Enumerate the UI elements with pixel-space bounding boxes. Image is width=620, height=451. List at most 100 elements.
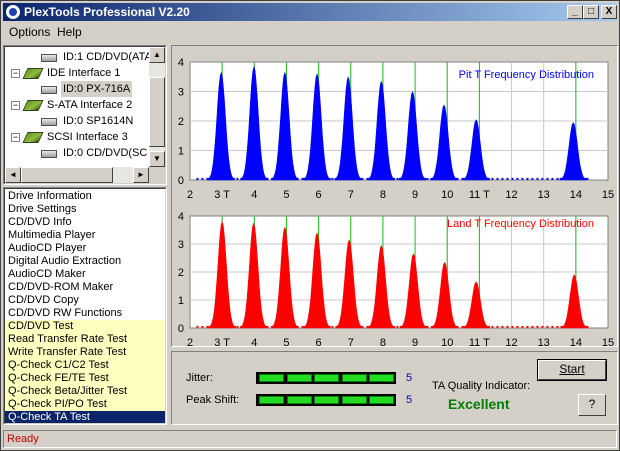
- x-tick-label: 3 T: [214, 189, 230, 201]
- y-tick-label: 2: [178, 267, 184, 279]
- function-list-item[interactable]: Q-Check PI/PO Test: [5, 398, 165, 411]
- function-list-item[interactable]: Read Transfer Rate Test: [5, 333, 165, 346]
- x-tick-label: 2: [187, 337, 193, 346]
- menu-bar: Options Help: [3, 22, 617, 41]
- tree-node[interactable]: ID:0 PX-716A: [5, 81, 151, 97]
- maximize-button[interactable]: □: [583, 5, 599, 19]
- x-tick-label: 5: [283, 337, 289, 346]
- scroll-down-button[interactable]: ▼: [149, 151, 165, 167]
- function-list-item[interactable]: CD/DVD Test: [5, 320, 165, 333]
- function-list-item[interactable]: CD/DVD Copy: [5, 294, 165, 307]
- device-tree[interactable]: ID:1 CD/DVD(ATA − IDE Interface 1 ID:0 PX-7…: [4, 46, 166, 184]
- x-tick-label: 10: [441, 189, 453, 201]
- function-list-item[interactable]: Q-Check TA Test: [5, 411, 165, 423]
- jitter-value: 5: [406, 372, 413, 384]
- meter-segment: [369, 374, 394, 382]
- minimize-button[interactable]: _: [567, 5, 583, 19]
- y-tick-label: 1: [178, 295, 184, 307]
- h-scroll-thumb[interactable]: [21, 167, 113, 183]
- meter-segment: [259, 396, 284, 404]
- meter-segment: [286, 396, 312, 404]
- menu-options[interactable]: Options: [9, 25, 50, 39]
- function-list-item[interactable]: AudioCD Player: [5, 242, 165, 255]
- tree-node[interactable]: − SCSI Interface 3: [5, 129, 151, 145]
- x-tick-label: 13: [538, 337, 550, 346]
- scroll-left-button[interactable]: ◄: [5, 167, 21, 183]
- peak-shift-value: 5: [406, 394, 413, 406]
- x-tick-label: 12: [505, 189, 517, 201]
- x-tick-label: 10: [441, 337, 453, 346]
- y-tick-label: 4: [178, 211, 184, 223]
- x-tick-label: 8: [380, 337, 386, 346]
- meter-segment: [314, 396, 339, 404]
- scroll-right-button[interactable]: ►: [133, 167, 149, 183]
- main-window: PlexTools Professional V2.20 _ □ X Optio…: [0, 0, 620, 451]
- x-tick-label: 6: [316, 337, 322, 346]
- start-button[interactable]: Start: [537, 359, 607, 381]
- x-tick-label: 15: [602, 337, 614, 346]
- optical-drive-icon: [41, 150, 57, 158]
- tree-node[interactable]: − S-ATA Interface 2: [5, 97, 151, 113]
- chart-title: Pit T Frequency Distribution: [459, 69, 594, 81]
- x-tick-label: 11 T: [469, 189, 490, 201]
- scroll-up-button[interactable]: ▲: [149, 47, 165, 63]
- help-button[interactable]: ?: [578, 394, 606, 416]
- function-list-item[interactable]: CD/DVD Info: [5, 216, 165, 229]
- y-tick-label: 3: [178, 87, 184, 99]
- y-tick-label: 0: [178, 323, 184, 335]
- peak-shift-label: Peak Shift:: [186, 394, 240, 406]
- tree-node-label: ID:0 CD/DVD(SC: [63, 147, 148, 159]
- tree-node-label: ID:1 CD/DVD(ATA: [63, 51, 152, 63]
- tree-collapse-icon[interactable]: −: [11, 101, 20, 110]
- x-tick-label: 3 T: [214, 337, 230, 346]
- function-list-frame: Drive Information Drive Settings CD/DVD In…: [3, 187, 167, 425]
- x-tick-label: 8: [380, 189, 386, 201]
- hard-drive-icon: [41, 118, 57, 126]
- jitter-label: Jitter:: [186, 372, 213, 384]
- meter-segment: [341, 396, 367, 404]
- function-list-item[interactable]: CD/DVD RW Functions: [5, 307, 165, 320]
- function-list-item[interactable]: Q-Check Beta/Jitter Test: [5, 385, 165, 398]
- x-tick-label: 9: [412, 189, 418, 201]
- meter-segment: [369, 396, 394, 404]
- tree-vertical-scrollbar[interactable]: ▲ ▼: [149, 47, 165, 167]
- function-list-item[interactable]: CD/DVD-ROM Maker: [5, 281, 165, 294]
- ta-charts: 012342 3 T 4 5 6 7 8 9 10 11 T 12 13 14 15Pit T Frequ…: [178, 57, 614, 346]
- ide-interface-icon: [22, 68, 44, 79]
- function-list-item[interactable]: Drive Information: [5, 190, 165, 203]
- tree-horizontal-scrollbar[interactable]: ◄ ►: [5, 167, 149, 183]
- function-list-item[interactable]: Digital Audio Extraction: [5, 255, 165, 268]
- close-button[interactable]: X: [601, 5, 617, 19]
- chart-title: Land T Frequency Distribution: [447, 218, 594, 230]
- x-tick-label: 11 T: [469, 337, 490, 346]
- y-tick-label: 0: [178, 175, 184, 187]
- y-tick-label: 2: [178, 116, 184, 128]
- y-tick-label: 3: [178, 239, 184, 251]
- tree-node[interactable]: − IDE Interface 1: [5, 65, 151, 81]
- title-bar[interactable]: PlexTools Professional V2.20 _ □ X: [3, 3, 617, 21]
- function-list-item[interactable]: Q-Check FE/TE Test: [5, 372, 165, 385]
- function-list[interactable]: Drive Information Drive Settings CD/DVD In…: [4, 188, 166, 424]
- tree-collapse-icon[interactable]: −: [11, 133, 20, 142]
- tree-collapse-icon[interactable]: −: [11, 69, 20, 78]
- meter-segment: [314, 374, 339, 382]
- function-list-item[interactable]: Q-Check C1/C2 Test: [5, 359, 165, 372]
- function-list-item[interactable]: Drive Settings: [5, 203, 165, 216]
- tree-node[interactable]: ID:1 CD/DVD(ATA: [5, 49, 152, 65]
- function-list-item[interactable]: Write Transfer Rate Test: [5, 346, 165, 359]
- jitter-meter: [256, 372, 396, 384]
- ta-quality-label: TA Quality Indicator:: [432, 380, 531, 392]
- meter-segment: [286, 374, 312, 382]
- tree-node-label: ID:0 SP1614N: [63, 115, 134, 127]
- function-list-item[interactable]: AudioCD Maker: [5, 268, 165, 281]
- x-tick-label: 14: [570, 189, 582, 201]
- sata-interface-icon: [22, 100, 44, 111]
- function-list-item[interactable]: Multimedia Player: [5, 229, 165, 242]
- tree-node-label: IDE Interface 1: [47, 67, 121, 79]
- tree-node[interactable]: ID:0 CD/DVD(SC: [5, 145, 151, 161]
- menu-help[interactable]: Help: [57, 25, 82, 39]
- tree-node[interactable]: ID:0 SP1614N: [5, 113, 151, 129]
- x-tick-label: 14: [570, 337, 582, 346]
- scroll-thumb[interactable]: [149, 77, 165, 147]
- y-tick-label: 4: [178, 57, 184, 69]
